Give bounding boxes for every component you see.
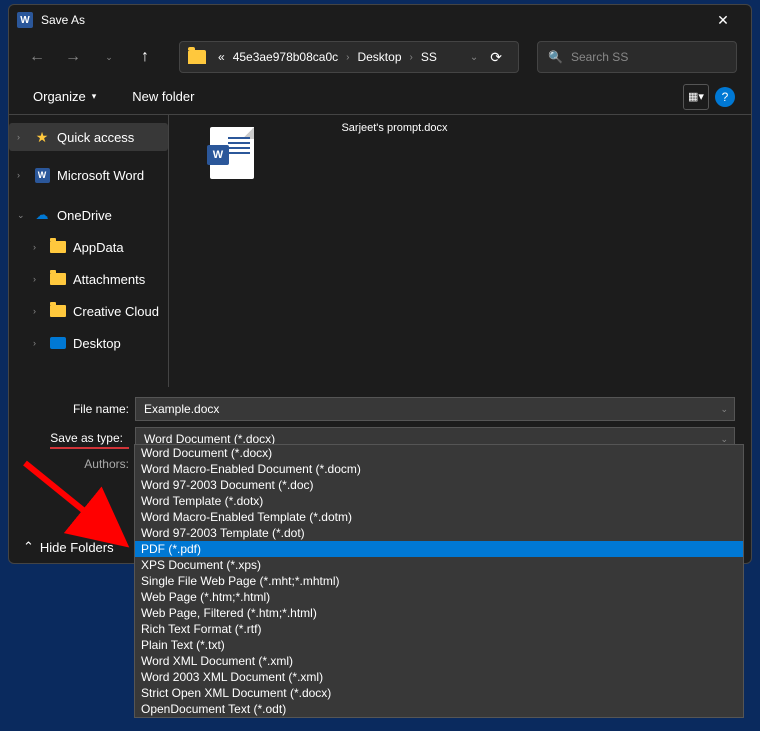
address-dropdown[interactable]: ⌄ xyxy=(466,52,482,63)
toolbar: Organize New folder ▦▾ ? xyxy=(9,79,751,115)
savetype-option[interactable]: Web Page, Filtered (*.htm;*.html) xyxy=(135,605,743,621)
chevron-down-icon[interactable]: ⌄ xyxy=(720,404,728,415)
back-button[interactable]: ← xyxy=(23,43,51,71)
search-input[interactable]: 🔍 Search SS xyxy=(537,41,737,73)
titlebar: W Save As ✕ xyxy=(9,5,751,35)
recent-dropdown[interactable]: ⌄ xyxy=(95,43,123,71)
help-button[interactable]: ? xyxy=(715,87,735,107)
sidebar-item-label: Quick access xyxy=(57,130,134,145)
chevron-right-icon: › xyxy=(17,170,27,180)
sidebar-item-label: Desktop xyxy=(73,336,121,351)
savetype-label: Save as type: xyxy=(50,431,129,449)
chevron-right-icon: › xyxy=(33,306,43,316)
savetype-option[interactable]: Rich Text Format (*.rtf) xyxy=(135,621,743,637)
chevron-down-icon[interactable]: ⌄ xyxy=(720,434,728,445)
sidebar-item-desktop[interactable]: › Desktop xyxy=(9,327,168,359)
word-icon: W xyxy=(33,167,51,183)
breadcrumb-overflow[interactable]: « xyxy=(214,50,229,64)
window-title: Save As xyxy=(41,13,703,27)
savetype-dropdown[interactable]: Word Document (*.docx)Word Macro-Enabled… xyxy=(134,444,744,718)
sidebar-item-appdata[interactable]: › AppData xyxy=(9,231,168,263)
savetype-option[interactable]: OpenDocument Text (*.odt) xyxy=(135,701,743,717)
address-bar[interactable]: « 45e3ae978b08ca0c › Desktop › SS ⌄ ⟳ xyxy=(179,41,519,73)
cloud-icon: ☁ xyxy=(33,207,51,223)
file-list[interactable]: W Sarjeet's prompt.docx xyxy=(169,115,751,387)
sidebar-item-creative-cloud[interactable]: › Creative Cloud xyxy=(9,295,168,327)
savetype-option[interactable]: Web Page (*.htm;*.html) xyxy=(135,589,743,605)
sidebar-item-onedrive[interactable]: ⌄ ☁ OneDrive xyxy=(9,199,168,231)
savetype-option[interactable]: Strict Open XML Document (*.docx) xyxy=(135,685,743,701)
savetype-option[interactable]: Word 97-2003 Document (*.doc) xyxy=(135,477,743,493)
filename-label: File name: xyxy=(17,402,135,416)
close-button[interactable]: ✕ xyxy=(703,5,743,35)
authors-label: Authors: xyxy=(17,457,135,471)
savetype-option[interactable]: Single File Web Page (*.mht;*.mhtml) xyxy=(135,573,743,589)
chevron-up-icon: ⌃ xyxy=(23,539,34,555)
sidebar-item-attachments[interactable]: › Attachments xyxy=(9,263,168,295)
savetype-option[interactable]: Word Macro-Enabled Template (*.dotm) xyxy=(135,509,743,525)
savetype-option[interactable]: Plain Text (*.txt) xyxy=(135,637,743,653)
folder-icon xyxy=(49,303,67,319)
star-icon: ★ xyxy=(33,129,51,145)
chevron-right-icon: › xyxy=(17,132,27,142)
body: › ★ Quick access › W Microsoft Word ⌄ ☁ … xyxy=(9,115,751,387)
search-placeholder: Search SS xyxy=(571,50,628,64)
up-button[interactable]: ↑ xyxy=(131,43,159,71)
forward-button[interactable]: → xyxy=(59,43,87,71)
chevron-right-icon: › xyxy=(33,242,43,252)
word-app-icon: W xyxy=(17,12,33,28)
sidebar-item-word[interactable]: › W Microsoft Word xyxy=(9,159,168,191)
file-label: Sarjeet's prompt.docx xyxy=(341,122,447,134)
navbar: ← → ⌄ ↑ « 45e3ae978b08ca0c › Desktop › S… xyxy=(9,35,751,79)
docx-file-icon: W xyxy=(210,127,254,179)
folder-icon xyxy=(49,271,67,287)
chevron-right-icon: › xyxy=(33,338,43,348)
refresh-button[interactable]: ⟳ xyxy=(482,49,510,66)
view-options-button[interactable]: ▦▾ xyxy=(683,84,709,110)
folder-icon xyxy=(188,50,206,64)
savetype-option[interactable]: PDF (*.pdf) xyxy=(135,541,743,557)
sidebar-item-label: Microsoft Word xyxy=(57,168,144,183)
sidebar-item-quick-access[interactable]: › ★ Quick access xyxy=(9,123,168,151)
sidebar-item-label: OneDrive xyxy=(57,208,112,223)
chevron-right-icon: › xyxy=(33,274,43,284)
savetype-option[interactable]: Word XML Document (*.xml) xyxy=(135,653,743,669)
savetype-option[interactable]: Word Template (*.dotx) xyxy=(135,493,743,509)
savetype-option[interactable]: Word Document (*.docx) xyxy=(135,445,743,461)
breadcrumb-segment[interactable]: SS xyxy=(417,50,441,64)
savetype-option[interactable]: XPS Document (*.xps) xyxy=(135,557,743,573)
sidebar-item-label: Creative Cloud xyxy=(73,304,159,319)
savetype-option[interactable]: Word 97-2003 Template (*.dot) xyxy=(135,525,743,541)
breadcrumb-segment[interactable]: Desktop xyxy=(353,50,405,64)
search-icon: 🔍 xyxy=(548,50,563,64)
new-folder-button[interactable]: New folder xyxy=(124,85,202,108)
file-item[interactable]: W xyxy=(187,127,277,179)
savetype-option[interactable]: Word 2003 XML Document (*.xml) xyxy=(135,669,743,685)
folder-icon xyxy=(49,239,67,255)
sidebar-item-label: Attachments xyxy=(73,272,145,287)
sidebar-item-label: AppData xyxy=(73,240,124,255)
chevron-right-icon[interactable]: › xyxy=(406,52,417,63)
chevron-down-icon: ⌄ xyxy=(17,210,27,221)
breadcrumb-segment[interactable]: 45e3ae978b08ca0c xyxy=(229,50,342,64)
organize-button[interactable]: Organize xyxy=(25,85,104,108)
hide-folders-button[interactable]: ⌃ Hide Folders xyxy=(23,539,114,555)
sidebar: › ★ Quick access › W Microsoft Word ⌄ ☁ … xyxy=(9,115,169,387)
savetype-option[interactable]: Word Macro-Enabled Document (*.docm) xyxy=(135,461,743,477)
desktop-icon xyxy=(49,335,67,351)
chevron-right-icon[interactable]: › xyxy=(342,52,353,63)
filename-input[interactable]: Example.docx ⌄ xyxy=(135,397,735,421)
